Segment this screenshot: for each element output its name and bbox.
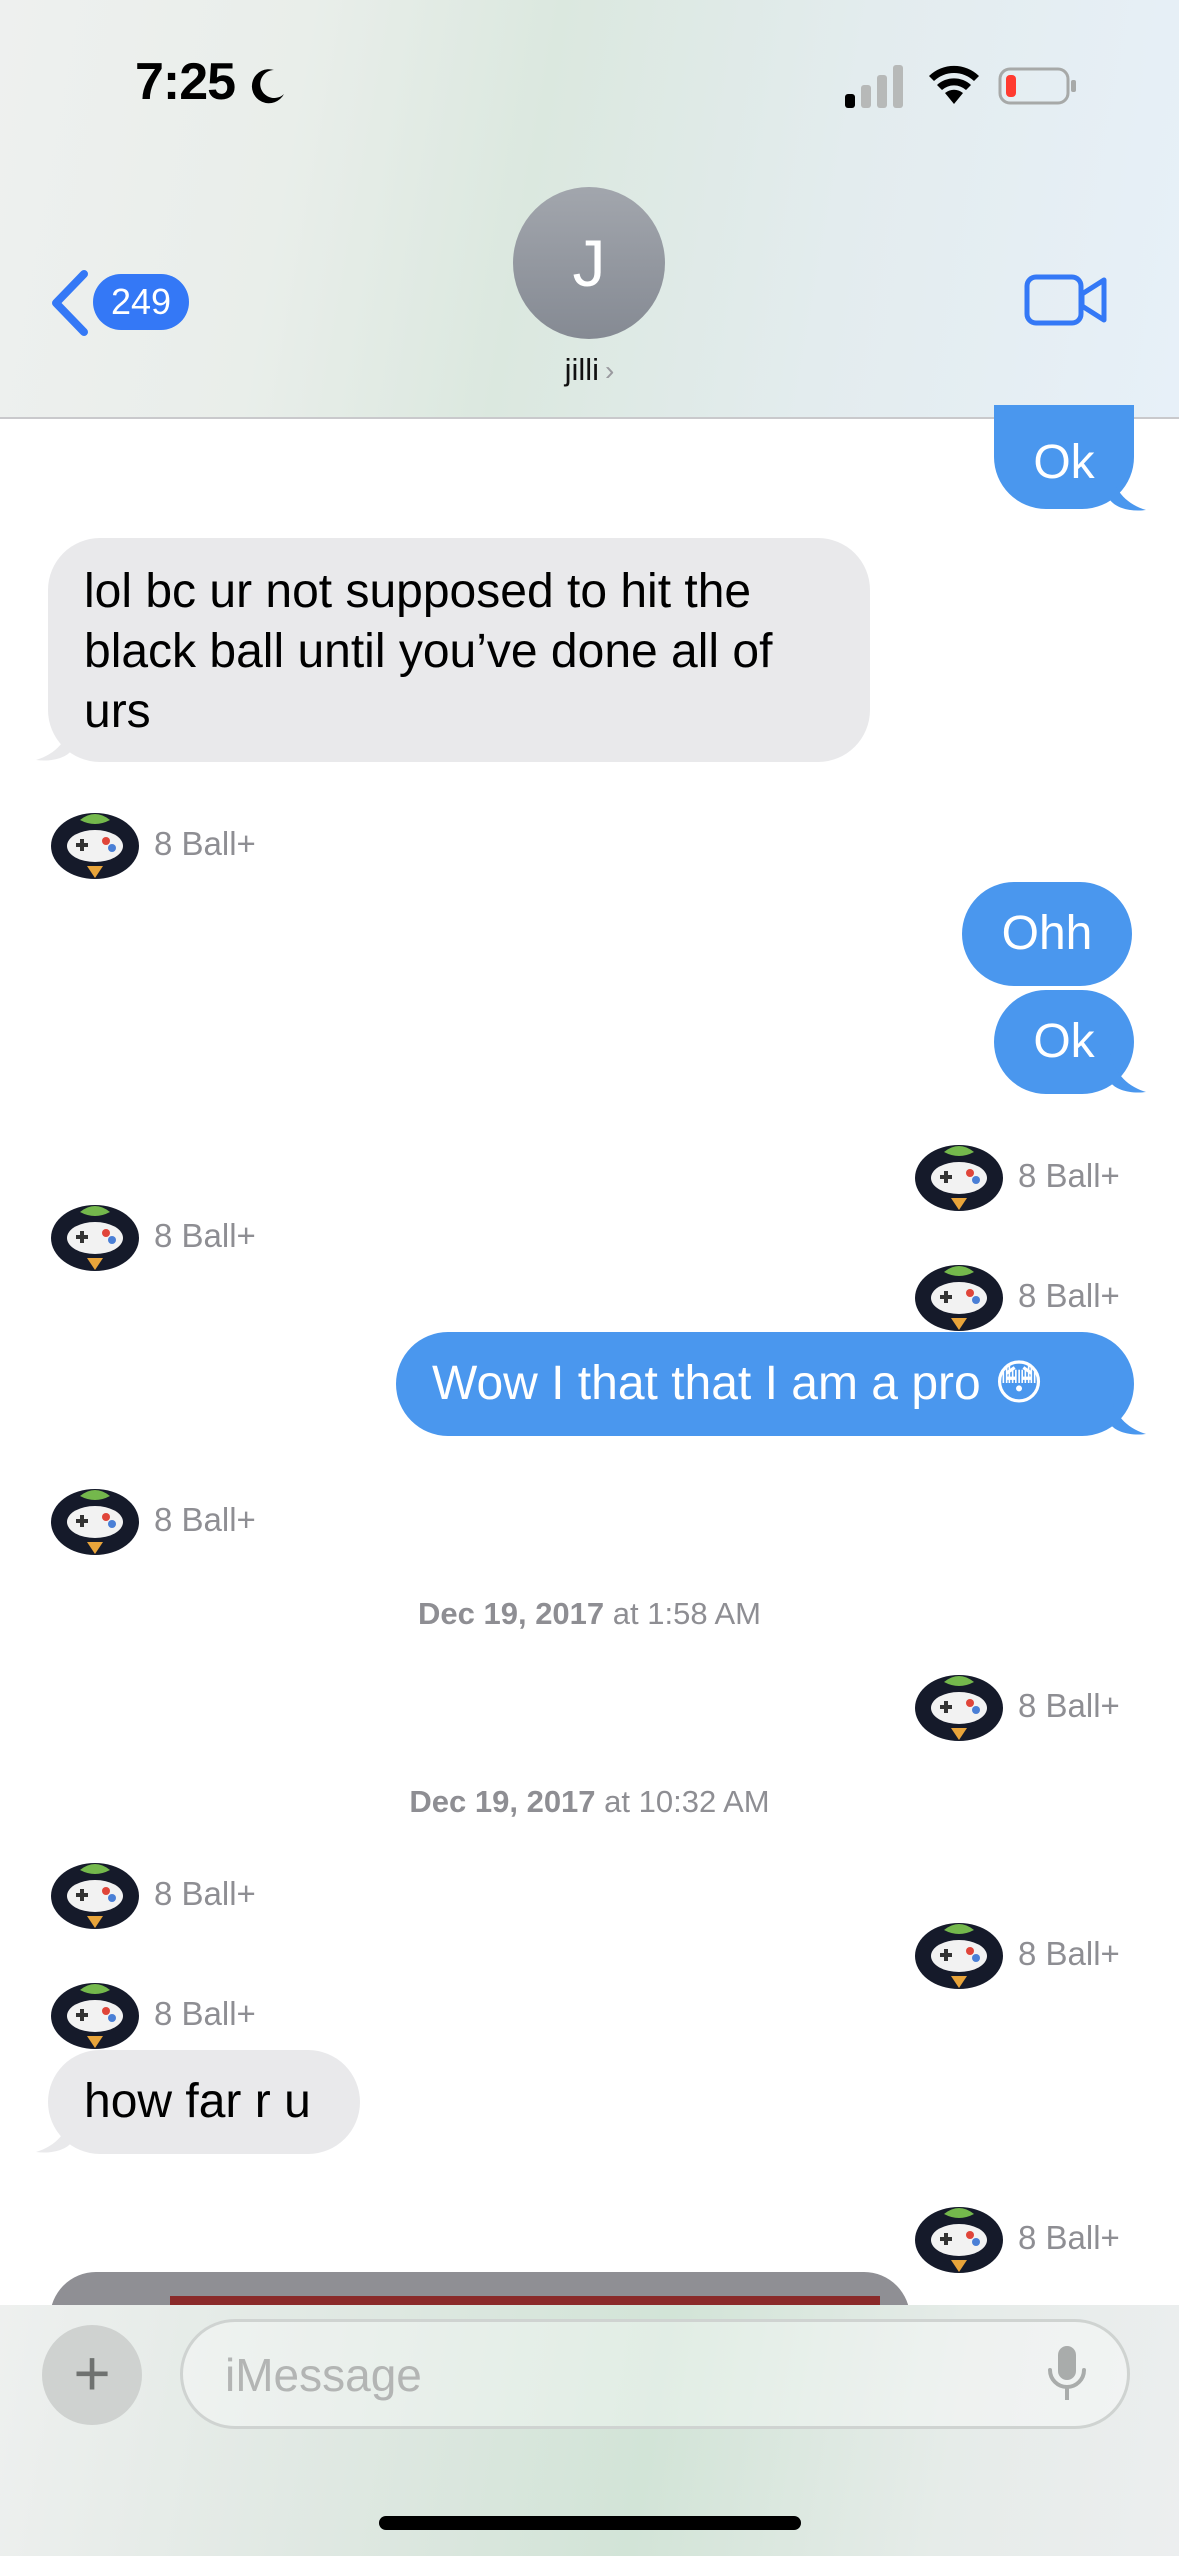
app-name-label: 8 Ball+ [1018, 1687, 1120, 1724]
contact-name: jilli [564, 352, 600, 387]
game-message-8ball[interactable]: 8 Ball+ [914, 1140, 1120, 1212]
game-message-8ball[interactable]: 8 Ball+ [50, 1858, 256, 1930]
timestamp-date: Dec 19, 2017 [418, 1596, 605, 1631]
status-time: 7:25 [135, 53, 236, 111]
game-message-8ball[interactable]: 8 Ball+ [50, 1200, 256, 1272]
message-bubble-outgoing[interactable]: Wow I that that I am a pro 😳 [396, 1332, 1134, 1436]
contact-name-button[interactable]: jilli › [0, 352, 1179, 388]
8-ball-game-icon [51, 1983, 139, 2049]
8-ball-game-icon [51, 1205, 139, 1271]
app-name-label: 8 Ball+ [1018, 2219, 1120, 2256]
bubble-tail [1110, 1052, 1146, 1093]
message-text: Ok [1033, 1015, 1095, 1068]
timestamp-time: at 1:58 AM [604, 1596, 761, 1631]
conversation-timestamp: Dec 19, 2017 at 10:32 AM [0, 1784, 1179, 1820]
moon-icon [251, 69, 284, 104]
app-name-label: 8 Ball+ [1018, 1277, 1120, 1314]
wifi-icon [929, 65, 979, 104]
game-message-8ball[interactable]: 8 Ball+ [50, 1978, 256, 2050]
8-ball-game-icon [51, 813, 139, 879]
game-message-8ball[interactable]: 8 Ball+ [914, 1260, 1120, 1332]
home-indicator[interactable] [379, 2516, 801, 2530]
facetime-video-icon[interactable] [1024, 272, 1108, 328]
avatar-initial: J [572, 226, 606, 300]
message-bubble-incoming[interactable]: lol bc ur not supposed to hit the black … [48, 538, 870, 762]
message-text: Ohh [1001, 907, 1093, 960]
message-text: Wow I that that I am a pro 😳 [432, 1357, 1045, 1410]
message-bubble-outgoing[interactable]: Ohh [962, 882, 1132, 986]
app-name-label: 8 Ball+ [1018, 1935, 1120, 1972]
bubble-tail [1110, 1394, 1146, 1435]
message-text: how far r u [84, 2075, 311, 2128]
8-ball-game-icon [915, 1265, 1003, 1331]
8-ball-game-icon [51, 1489, 139, 1555]
bubble-tail [36, 720, 72, 761]
message-text: lol bc ur not supposed to hit the black … [84, 565, 773, 738]
8-ball-game-icon [51, 1863, 139, 1929]
timestamp-date: Dec 19, 2017 [409, 1784, 596, 1819]
app-name-label: 8 Ball+ [154, 1995, 256, 2032]
8-ball-game-icon [915, 2207, 1003, 2273]
contact-avatar[interactable]: J [513, 187, 665, 339]
8-ball-game-icon [915, 1675, 1003, 1741]
message-bubble-incoming[interactable]: how far r u [48, 2050, 360, 2154]
app-name-label: 8 Ball+ [154, 1501, 256, 1538]
game-message-8ball[interactable]: 8 Ball+ [50, 808, 256, 880]
plus-apps-button[interactable]: + [42, 2325, 142, 2425]
imessage-input[interactable] [223, 2322, 1027, 2428]
app-name-label: 8 Ball+ [154, 1875, 256, 1912]
game-message-8ball[interactable]: 8 Ball+ [914, 2202, 1120, 2274]
message-input-field[interactable] [180, 2319, 1130, 2429]
message-text: Ok [1033, 436, 1095, 489]
game-message-8ball[interactable]: 8 Ball+ [914, 1918, 1120, 1990]
app-name-label: 8 Ball+ [154, 1217, 256, 1254]
back-chevron-icon[interactable] [44, 268, 100, 338]
game-message-8ball[interactable]: 8 Ball+ [50, 1484, 256, 1556]
app-name-label: 8 Ball+ [154, 825, 256, 862]
game-message-8ball[interactable]: 8 Ball+ [914, 1670, 1120, 1742]
unread-count-badge[interactable]: 249 [93, 274, 190, 330]
bubble-tail [1110, 470, 1146, 511]
bubble-tail [36, 2112, 72, 2153]
header-bar: 7:25 249 J jilli › [0, 0, 1179, 419]
cellular-signal-icon [845, 65, 903, 108]
conversation-timestamp: Dec 19, 2017 at 1:58 AM [0, 1596, 1179, 1632]
battery-low-icon [998, 67, 1076, 105]
8-ball-game-icon [915, 1923, 1003, 1989]
app-name-label: 8 Ball+ [1018, 1157, 1120, 1194]
timestamp-time: at 10:32 AM [595, 1784, 770, 1819]
chevron-right-icon: › [605, 355, 615, 386]
microphone-icon[interactable] [1044, 2344, 1090, 2406]
8-ball-game-icon [915, 1145, 1003, 1211]
